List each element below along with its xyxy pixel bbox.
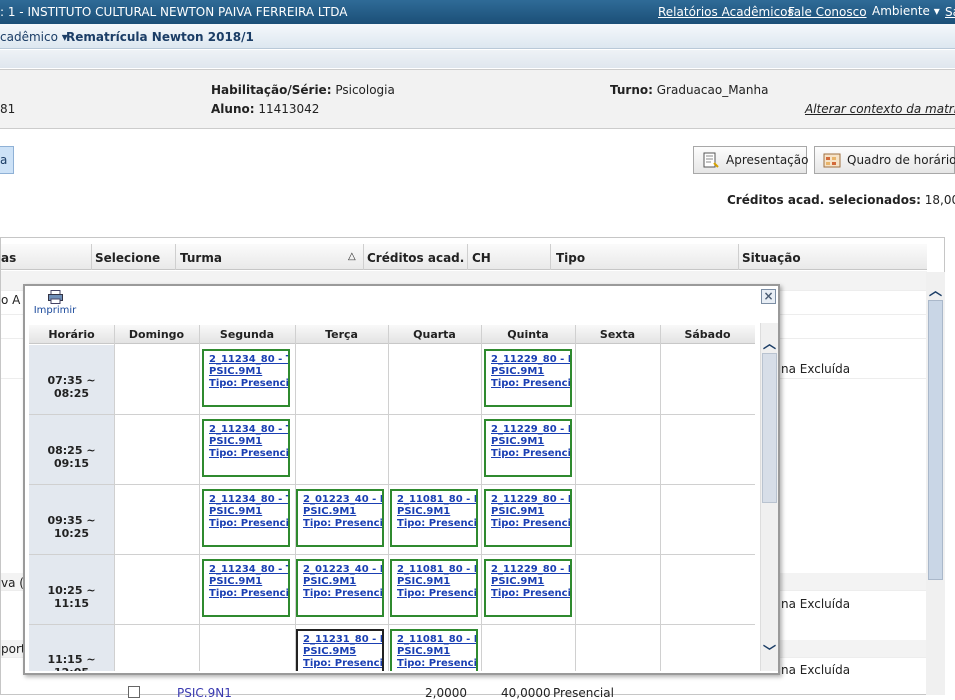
col-selecione[interactable]: Selecione	[95, 251, 160, 265]
top-bar: : 1 - INSTITUTO CULTURAL NEWTON PAIVA FE…	[0, 0, 955, 24]
class-block[interactable]: 2_01223_40 - PsPSIC.9M1Tipo: Presencial	[296, 489, 384, 547]
time-slot: 11:15 ~ 12:05	[47, 653, 96, 671]
header-quinta: Quinta	[507, 328, 549, 341]
relatorios-link[interactable]: Relatórios Acadêmicos	[658, 5, 794, 19]
quadro-horarios-label: Quadro de horários	[847, 153, 955, 167]
situacao-cell: na Excluída	[781, 362, 851, 376]
situacao-cell: na Excluída	[781, 663, 851, 677]
header-sabado: Sábado	[684, 328, 731, 341]
tipo-cell: Presencial	[553, 686, 614, 700]
header-terca: Terça	[325, 328, 358, 341]
header-sexta: Sexta	[599, 328, 636, 341]
calendar-icon	[823, 153, 841, 168]
header-horario: Horário	[48, 328, 95, 341]
creditos-cell: 2,0000	[425, 686, 467, 700]
grid-scrollbar[interactable]: ︿	[926, 272, 945, 695]
context-left-fragment: 81	[0, 102, 16, 116]
sort-asc-icon[interactable]: △	[348, 251, 356, 262]
scroll-up-icon[interactable]: ︿	[763, 333, 776, 352]
fale-conosco-link[interactable]: Fale Conosco	[788, 5, 867, 19]
class-block[interactable]: 2_11081_80 - PsPSIC.9M1Tipo: Presencial	[390, 559, 478, 617]
context-panel: 81 Habilitação/Série: Psicologia Aluno: …	[0, 69, 955, 129]
habilitacao-value: Psicologia	[335, 83, 395, 97]
document-icon	[703, 152, 719, 168]
academico-menu[interactable]: cadêmico ▾	[0, 30, 68, 44]
turma-link[interactable]: PSIC.9N1	[177, 686, 232, 700]
col-creditos[interactable]: Créditos acad.	[367, 251, 464, 265]
class-block[interactable]: 2_11234_80 - ToPSIC.9M1Tipo: Presencial	[202, 349, 290, 407]
modal-scrollbar-thumb[interactable]	[762, 353, 777, 503]
situacao-cell: na Excluída	[781, 597, 851, 611]
aluno-value: 11413042	[258, 102, 320, 116]
class-block[interactable]: 2_11231_80 - EsPSIC.9M5Tipo: Presencial	[296, 629, 384, 671]
class-block[interactable]: 2_11234_80 - ToPSIC.9M1Tipo: Presencial	[202, 419, 290, 477]
alterar-contexto-link[interactable]: Alterar contexto da matrícula	[805, 102, 955, 116]
schedule-modal: Imprimir × Horário Domingo Segunda Terça…	[23, 284, 780, 675]
header-stripe	[0, 50, 955, 68]
class-block[interactable]: 2_11234_80 - ToPSIC.9M1Tipo: Presencial	[202, 489, 290, 547]
sair-link[interactable]: Sa	[945, 5, 955, 19]
quadro-horarios-button[interactable]: Quadro de horários	[814, 146, 955, 174]
col-disciplinas[interactable]: as	[1, 251, 16, 265]
time-slot: 08:25 ~ 09:15	[47, 444, 96, 470]
print-button[interactable]: Imprimir	[30, 290, 80, 316]
apresentacao-button[interactable]: Apresentação	[693, 146, 809, 174]
schedule-table: Horário Domingo Segunda Terça Quarta Qui…	[29, 325, 755, 671]
grid-header: as Selecione Turma △ Créditos acad. CH T…	[1, 244, 927, 270]
class-block[interactable]: 2_11081_80 - PsPSIC.9M1Tipo: Presencial	[390, 489, 478, 547]
print-label: Imprimir	[33, 305, 77, 316]
header-quarta: Quarta	[413, 328, 456, 341]
ambiente-menu[interactable]: Ambiente ▾	[872, 4, 940, 18]
col-turma[interactable]: Turma	[180, 251, 222, 265]
modal-scrollbar[interactable]: ︿ ﹀	[760, 323, 778, 671]
col-situacao[interactable]: Situação	[742, 251, 801, 265]
institution-name: : 1 - INSTITUTO CULTURAL NEWTON PAIVA FE…	[0, 5, 348, 19]
header-segunda: Segunda	[219, 328, 275, 341]
schedule-header: Horário Domingo Segunda Terça Quarta Qui…	[29, 325, 755, 344]
scrollbar-thumb[interactable]	[928, 300, 943, 580]
turno-value: Graduacao_Manha	[656, 83, 769, 97]
habilitacao-label: Habilitação/Série:	[211, 83, 332, 97]
credits-value: 18,0000	[924, 193, 955, 207]
printer-icon	[47, 290, 63, 304]
apresentacao-label: Apresentação	[726, 153, 809, 167]
class-block[interactable]: 2_11234_80 - ToPSIC.9M1Tipo: Presencial	[202, 559, 290, 617]
class-block[interactable]: 2_11081_80 - PsPSIC.9M1Tipo: Presencial	[390, 629, 478, 671]
group-fragment: va (	[1, 576, 24, 590]
ch-cell: 40,0000	[501, 686, 551, 700]
rematricula-menu[interactable]: Rematrícula Newton 2018/1	[66, 30, 254, 44]
aluno-label: Aluno:	[211, 102, 255, 116]
class-block[interactable]: 2_11229_80 - PsPSIC.9M1Tipo: Presencial	[484, 559, 572, 617]
col-ch[interactable]: CH	[472, 251, 491, 265]
class-block[interactable]: 2_11229_80 - PsPSIC.9M1Tipo: Presencial	[484, 419, 572, 477]
select-checkbox[interactable]	[128, 686, 140, 698]
time-slot: 09:35 ~ 10:25	[47, 514, 96, 540]
left-button[interactable]: a	[0, 146, 14, 174]
time-slot: 07:35 ~ 08:25	[47, 374, 96, 400]
header-domingo: Domingo	[128, 328, 185, 341]
class-block[interactable]: 2_11229_80 - PsPSIC.9M1Tipo: Presencial	[484, 349, 572, 407]
turno-label: Turno:	[610, 83, 653, 97]
credits-summary: Créditos acad. selecionados: 18,0000	[727, 193, 955, 207]
close-icon[interactable]: ×	[761, 289, 776, 304]
scroll-down-icon[interactable]: ﹀	[763, 641, 776, 660]
menu-bar: cadêmico ▾ Rematrícula Newton 2018/1	[0, 24, 955, 49]
scroll-up-icon[interactable]: ︿	[929, 280, 942, 299]
credits-label: Créditos acad. selecionados:	[727, 193, 921, 207]
time-slot: 10:25 ~ 11:15	[47, 584, 96, 610]
class-block[interactable]: 2_01223_40 - PsPSIC.9M1Tipo: Presencial	[296, 559, 384, 617]
class-block[interactable]: 2_11229_80 - PsPSIC.9M1Tipo: Presencial	[484, 489, 572, 547]
col-tipo[interactable]: Tipo	[556, 251, 585, 265]
